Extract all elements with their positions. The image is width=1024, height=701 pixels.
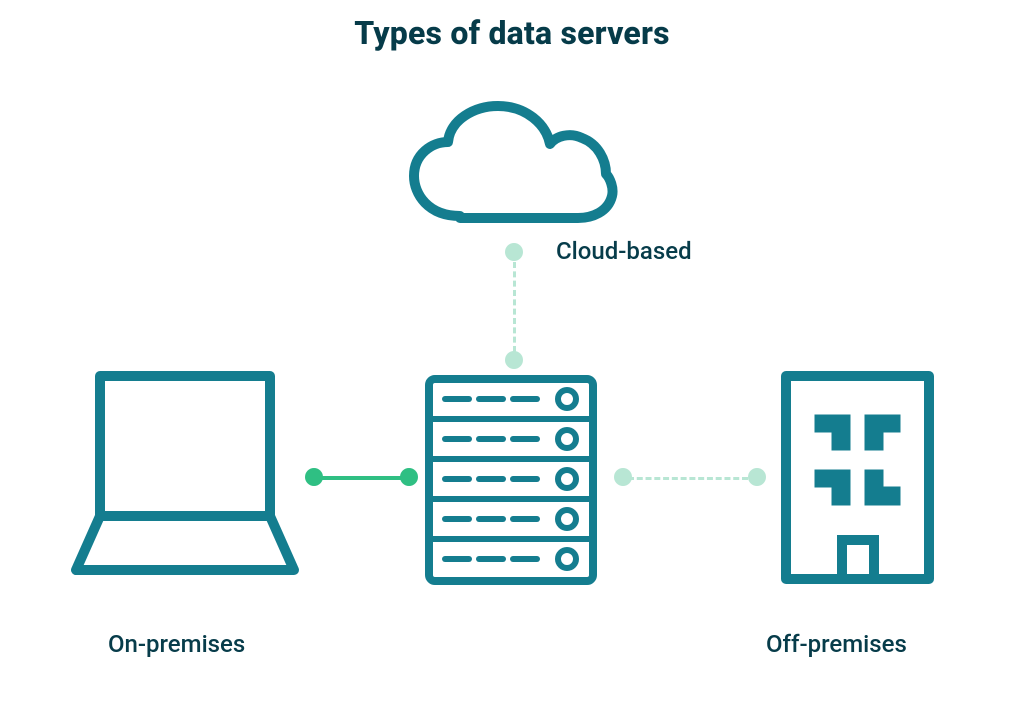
diagram-title: Types of data servers bbox=[0, 14, 1024, 52]
server-rack-icon bbox=[425, 375, 597, 585]
off-premises-label: Off-premises bbox=[766, 630, 907, 658]
cloud-label: Cloud-based bbox=[556, 237, 692, 265]
cloud-icon bbox=[400, 96, 624, 241]
laptop-icon bbox=[70, 370, 300, 585]
building-icon bbox=[780, 370, 935, 585]
diagram-stage: Types of data servers Cloud-based On-pre… bbox=[0, 0, 1024, 701]
on-premises-label: On-premises bbox=[108, 630, 245, 658]
